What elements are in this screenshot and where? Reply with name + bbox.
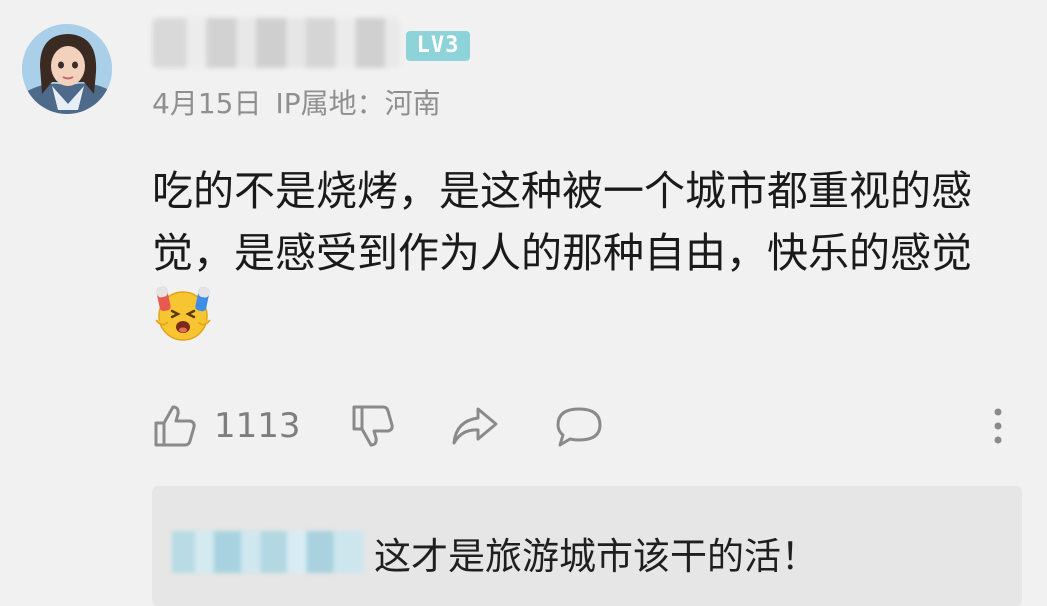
thumbs-down-icon [352, 405, 394, 447]
more-options-button[interactable] [988, 398, 1008, 454]
share-button[interactable] [450, 398, 500, 454]
crying-laughing-face-icon [155, 286, 211, 341]
comment-bubble-icon [556, 407, 602, 447]
action-bar: 1113 [152, 398, 1022, 454]
avatar[interactable] [22, 24, 112, 114]
reply-preview[interactable]: 这才是旅游城市该干的活！ [152, 486, 1022, 606]
reply-button[interactable] [554, 398, 604, 454]
share-arrow-icon [452, 407, 498, 445]
like-count: 1113 [214, 406, 301, 446]
reply-text: 这才是旅游城市该干的活！ [374, 535, 818, 578]
username-blurred[interactable] [152, 18, 400, 68]
like-button[interactable]: 1113 [152, 398, 301, 454]
reply-username-blurred[interactable] [172, 531, 364, 573]
comment-meta: 4月15日 IP属地：河南 [152, 82, 441, 122]
dislike-button[interactable] [350, 398, 396, 454]
more-vertical-icon [994, 408, 1002, 444]
avatar-illustration [22, 24, 112, 114]
comment-date: 4月15日 [152, 87, 262, 120]
ip-location: IP属地：河南 [275, 87, 441, 120]
thumbs-up-icon [154, 405, 196, 447]
comment-body: 吃的不是烧烤，是这种被一个城市都重视的感觉，是感受到作为人的那种自由，快乐的感觉 [152, 167, 972, 277]
comment-text: 吃的不是烧烤，是这种被一个城市都重视的感觉，是感受到作为人的那种自由，快乐的感觉 [152, 160, 1022, 351]
level-badge: LV3 [406, 31, 470, 61]
